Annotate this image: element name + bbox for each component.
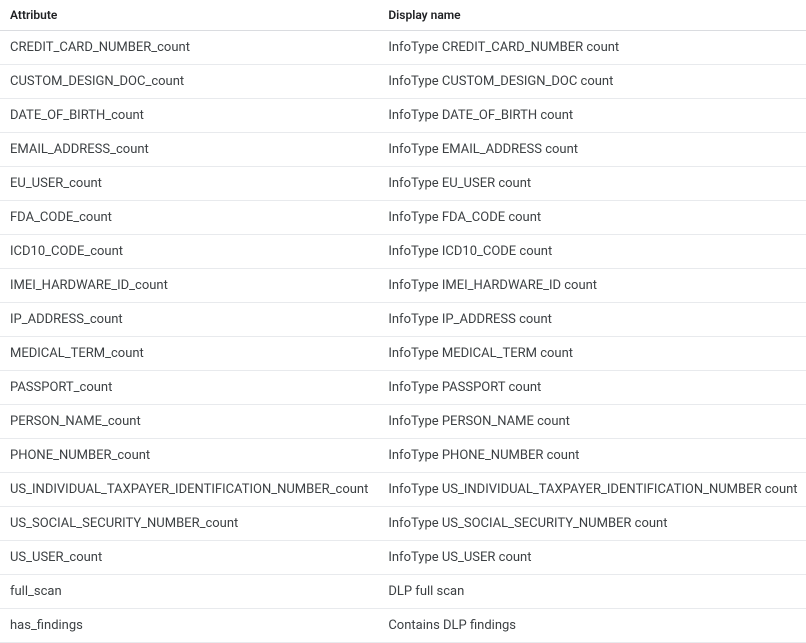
cell-display-name: InfoType FDA_CODE count <box>378 201 806 235</box>
cell-display-name: InfoType EU_USER count <box>378 167 806 201</box>
cell-attribute: US_SOCIAL_SECURITY_NUMBER_count <box>0 507 378 541</box>
cell-attribute: US_USER_count <box>0 541 378 575</box>
table-row: DATE_OF_BIRTH_count InfoType DATE_OF_BIR… <box>0 99 806 133</box>
cell-display-name: InfoType US_SOCIAL_SECURITY_NUMBER count <box>378 507 806 541</box>
table-header-row: Attribute Display name Value <box>0 0 806 31</box>
cell-display-name: InfoType MEDICAL_TERM count <box>378 337 806 371</box>
table-row: full_scan DLP full scan false <box>0 575 806 609</box>
cell-attribute: has_findings <box>0 609 378 643</box>
column-header-attribute[interactable]: Attribute <box>0 0 378 31</box>
cell-attribute: EU_USER_count <box>0 167 378 201</box>
cell-attribute: ICD10_CODE_count <box>0 235 378 269</box>
table-row: FDA_CODE_count InfoType FDA_CODE count 0 <box>0 201 806 235</box>
cell-attribute: CUSTOM_DESIGN_DOC_count <box>0 65 378 99</box>
cell-display-name: InfoType US_INDIVIDUAL_TAXPAYER_IDENTIFI… <box>378 473 806 507</box>
column-header-display-name[interactable]: Display name <box>378 0 806 31</box>
table-row: PERSON_NAME_count InfoType PERSON_NAME c… <box>0 405 806 439</box>
cell-attribute: full_scan <box>0 575 378 609</box>
table-row: US_USER_count InfoType US_USER count 0 <box>0 541 806 575</box>
cell-display-name: DLP full scan <box>378 575 806 609</box>
table-body: CREDIT_CARD_NUMBER_count InfoType CREDIT… <box>0 31 806 643</box>
table-row: EU_USER_count InfoType EU_USER count 0 <box>0 167 806 201</box>
cell-attribute: PASSPORT_count <box>0 371 378 405</box>
cell-attribute: US_INDIVIDUAL_TAXPAYER_IDENTIFICATION_NU… <box>0 473 378 507</box>
table-row: EMAIL_ADDRESS_count InfoType EMAIL_ADDRE… <box>0 133 806 167</box>
cell-display-name: InfoType PASSPORT count <box>378 371 806 405</box>
cell-display-name: InfoType US_USER count <box>378 541 806 575</box>
table-row: PHONE_NUMBER_count InfoType PHONE_NUMBER… <box>0 439 806 473</box>
cell-attribute: FDA_CODE_count <box>0 201 378 235</box>
cell-attribute: IMEI_HARDWARE_ID_count <box>0 269 378 303</box>
cell-display-name: InfoType PERSON_NAME count <box>378 405 806 439</box>
attributes-table: Attribute Display name Value CREDIT_CARD… <box>0 0 806 643</box>
table-row: IMEI_HARDWARE_ID_count InfoType IMEI_HAR… <box>0 269 806 303</box>
cell-display-name: InfoType CREDIT_CARD_NUMBER count <box>378 31 806 65</box>
cell-display-name: InfoType EMAIL_ADDRESS count <box>378 133 806 167</box>
cell-display-name: InfoType IMEI_HARDWARE_ID count <box>378 269 806 303</box>
cell-display-name: InfoType IP_ADDRESS count <box>378 303 806 337</box>
cell-attribute: CREDIT_CARD_NUMBER_count <box>0 31 378 65</box>
table-row: CUSTOM_DESIGN_DOC_count InfoType CUSTOM_… <box>0 65 806 99</box>
table-row: has_findings Contains DLP findings true <box>0 609 806 643</box>
cell-attribute: PERSON_NAME_count <box>0 405 378 439</box>
table-row: US_INDIVIDUAL_TAXPAYER_IDENTIFICATION_NU… <box>0 473 806 507</box>
table-row: CREDIT_CARD_NUMBER_count InfoType CREDIT… <box>0 31 806 65</box>
cell-attribute: DATE_OF_BIRTH_count <box>0 99 378 133</box>
cell-display-name: InfoType ICD10_CODE count <box>378 235 806 269</box>
cell-display-name: InfoType PHONE_NUMBER count <box>378 439 806 473</box>
cell-attribute: EMAIL_ADDRESS_count <box>0 133 378 167</box>
table-row: ICD10_CODE_count InfoType ICD10_CODE cou… <box>0 235 806 269</box>
cell-attribute: MEDICAL_TERM_count <box>0 337 378 371</box>
table-row: PASSPORT_count InfoType PASSPORT count 0 <box>0 371 806 405</box>
cell-display-name: InfoType CUSTOM_DESIGN_DOC count <box>378 65 806 99</box>
table-row: IP_ADDRESS_count InfoType IP_ADDRESS cou… <box>0 303 806 337</box>
cell-display-name: InfoType DATE_OF_BIRTH count <box>378 99 806 133</box>
cell-attribute: PHONE_NUMBER_count <box>0 439 378 473</box>
cell-display-name: Contains DLP findings <box>378 609 806 643</box>
cell-attribute: IP_ADDRESS_count <box>0 303 378 337</box>
table-row: US_SOCIAL_SECURITY_NUMBER_count InfoType… <box>0 507 806 541</box>
table-row: MEDICAL_TERM_count InfoType MEDICAL_TERM… <box>0 337 806 371</box>
